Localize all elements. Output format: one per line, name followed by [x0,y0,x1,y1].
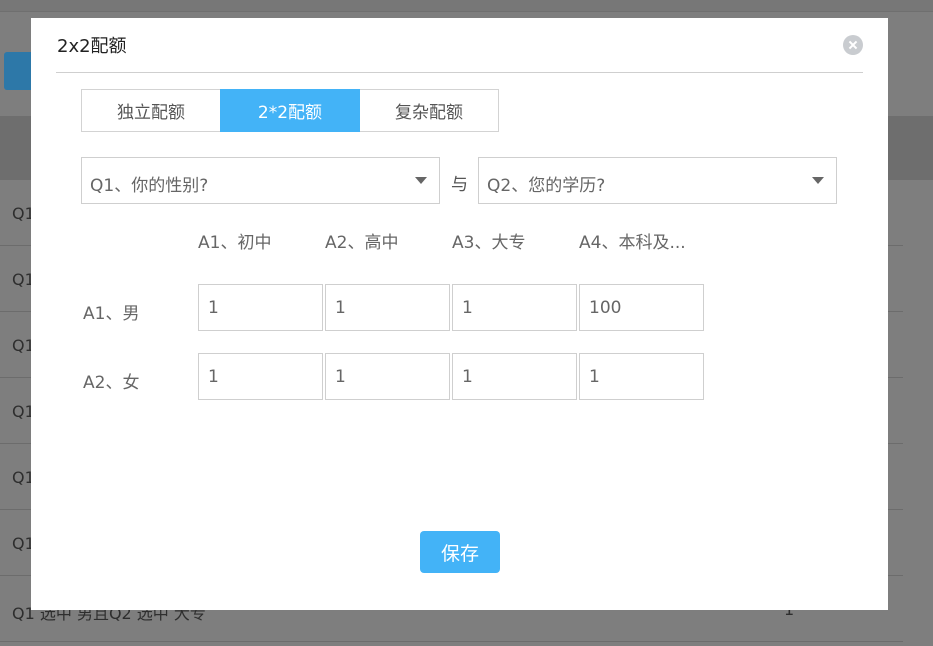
quota-cell-input[interactable] [452,353,577,400]
close-icon[interactable] [843,35,863,55]
dialog-title: 2x2配额 [57,36,127,57]
column-header: A2、高中 [325,233,399,253]
question1-select[interactable]: Q1、你的性别? [81,157,440,204]
column-header: A3、大专 [452,233,526,253]
chevron-down-icon [415,177,427,184]
question2-select-value: Q2、您的学历? [487,176,606,196]
background-topbar [0,0,933,12]
chevron-down-icon [812,177,824,184]
quota-cell-input[interactable] [325,353,450,400]
row-header: A2、女 [83,373,140,393]
tab-2x2-quota[interactable]: 2*2配额 [220,89,360,132]
quota-cell-input[interactable] [198,284,323,331]
join-label: 与 [451,175,468,195]
column-header: A1、初中 [198,233,272,253]
question2-select[interactable]: Q2、您的学历? [478,157,837,204]
tab-complex-quota[interactable]: 复杂配额 [359,89,499,132]
quota-dialog: 2x2配额 独立配额 2*2配额 复杂配额 Q1、你的性别? 与 Q2、您的学历… [31,18,888,610]
quota-cell-input[interactable] [579,284,704,331]
title-divider [56,72,863,73]
quota-cell-input[interactable] [579,353,704,400]
row-header: A1、男 [83,304,140,324]
question1-select-value: Q1、你的性别? [90,176,209,196]
quota-cell-input[interactable] [325,284,450,331]
quota-type-tabs: 独立配额 2*2配额 复杂配额 [81,89,499,132]
quota-cell-input[interactable] [198,353,323,400]
quota-cell-input[interactable] [452,284,577,331]
column-header: A4、本科及... [579,233,686,253]
tab-independent-quota[interactable]: 独立配额 [81,89,221,132]
save-button[interactable]: 保存 [420,531,500,573]
